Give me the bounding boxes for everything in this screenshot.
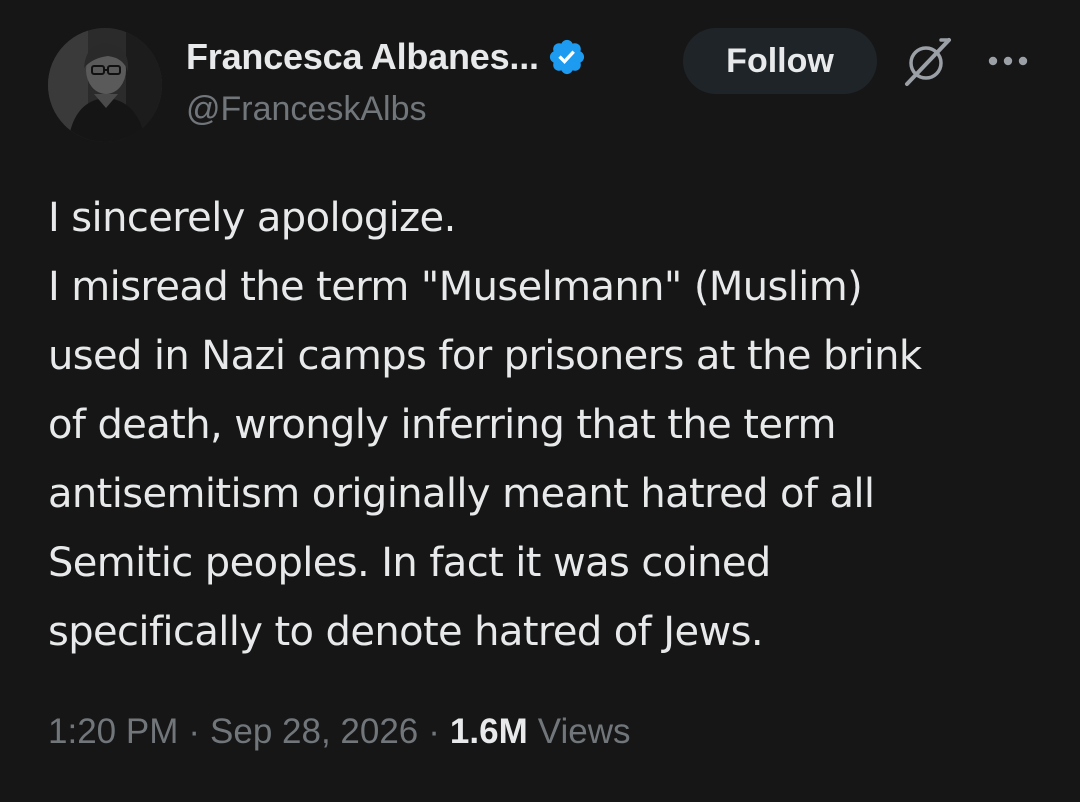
tweet-time[interactable]: 1:20 PM — [48, 712, 178, 752]
tweet-card: Francesca Albanes... @FranceskAlbs Follo… — [0, 0, 1080, 802]
views-label[interactable]: Views — [538, 712, 631, 752]
tweet-text: I sincerely apologize. I misread the ter… — [48, 184, 1048, 667]
meta-separator: · — [188, 712, 201, 751]
tweet-text-line: I sincerely apologize. — [48, 195, 456, 241]
more-options-icon[interactable] — [980, 38, 1036, 84]
tweet-text-line: antisemitism originally meant hatred of … — [48, 471, 875, 517]
tweet-text-line: I misread the term "Muselmann" (Muslim) — [48, 264, 863, 310]
verified-badge-icon[interactable] — [547, 37, 587, 77]
name-row: Francesca Albanes... — [186, 32, 587, 82]
display-name[interactable]: Francesca Albanes... — [186, 36, 539, 78]
tweet-text-line: specifically to denote hatred of Jews. — [48, 609, 764, 655]
follow-button[interactable]: Follow — [683, 28, 877, 94]
meta-separator: · — [428, 712, 440, 751]
avatar[interactable] — [48, 28, 162, 142]
tweet-date[interactable]: Sep 28, 2026 — [210, 712, 418, 752]
grok-icon[interactable] — [898, 34, 958, 90]
tweet-text-line: of death, wrongly inferring that the ter… — [48, 402, 836, 448]
tweet-text-line: used in Nazi camps for prisoners at the … — [48, 333, 922, 379]
tweet-meta: 1:20 PM · Sep 28, 2026 · 1.6M Views — [48, 712, 630, 752]
views-count[interactable]: 1.6M — [450, 712, 528, 752]
author-handle[interactable]: @FranceskAlbs — [186, 90, 426, 129]
avatar-photo — [48, 28, 162, 142]
tweet-text-line: Semitic peoples. In fact it was coined — [48, 540, 771, 586]
